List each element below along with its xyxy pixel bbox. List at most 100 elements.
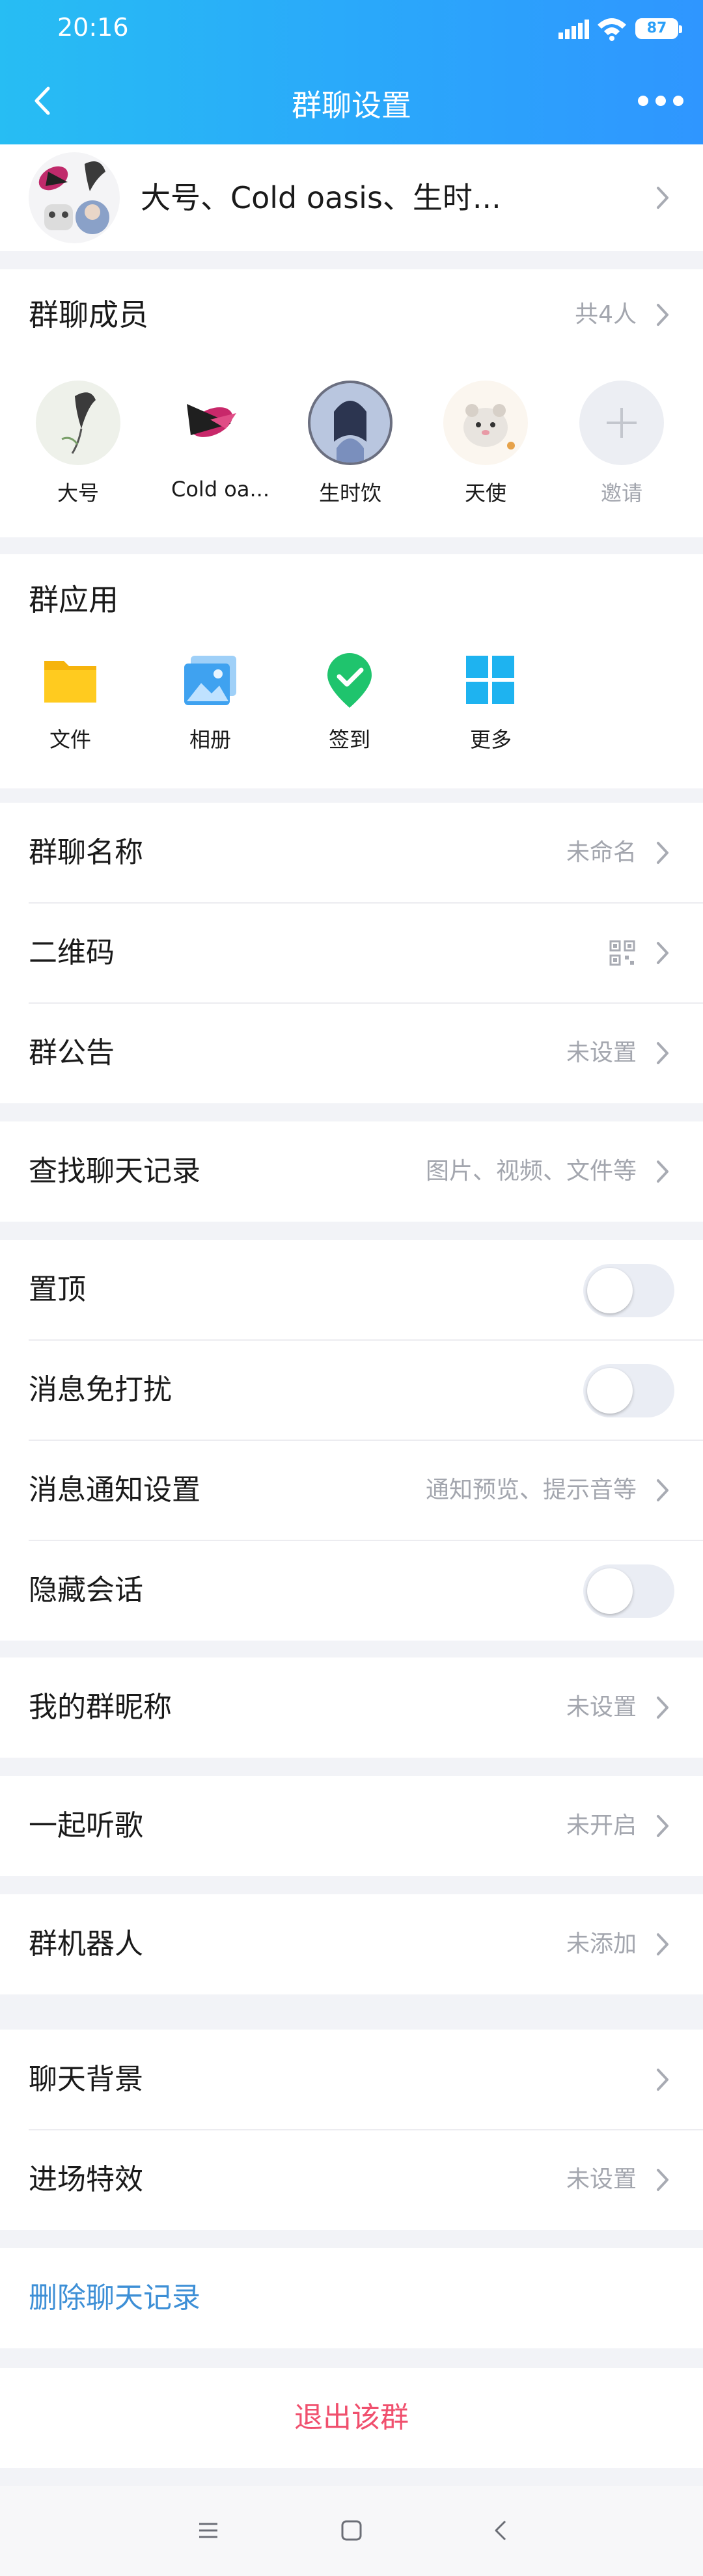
row-label: 置顶 bbox=[29, 1273, 86, 1306]
row-label: 二维码 bbox=[29, 936, 115, 969]
delete-history-button[interactable]: 删除聊天记录 bbox=[0, 2248, 703, 2348]
nav-bar: 群聊设置 bbox=[0, 65, 703, 137]
member-name: 天使 bbox=[464, 481, 506, 505]
member-name: 大号 bbox=[57, 481, 99, 505]
row-label: 聊天背景 bbox=[29, 2063, 143, 2096]
row-label: 群公告 bbox=[29, 1036, 115, 1069]
more-icon[interactable] bbox=[638, 85, 683, 117]
row-label: 进场特效 bbox=[29, 2163, 143, 2196]
signal-icon bbox=[558, 20, 590, 39]
member-item[interactable]: Cold oa... bbox=[171, 381, 269, 502]
member-name: 生时饮 bbox=[318, 481, 381, 505]
avatar bbox=[171, 381, 256, 465]
avatar bbox=[308, 381, 393, 465]
exit-group-label: 退出该群 bbox=[294, 2401, 409, 2434]
app-checkin[interactable]: 签到 bbox=[304, 652, 395, 753]
members-header[interactable]: 群聊成员 共4人 bbox=[0, 269, 703, 360]
app-more[interactable]: 更多 bbox=[445, 652, 536, 753]
battery-icon: 87 bbox=[635, 18, 682, 39]
row-value: 未添加 bbox=[566, 1931, 637, 1957]
system-nav-bar bbox=[0, 2486, 703, 2576]
row-value: 未设置 bbox=[566, 1040, 637, 1066]
appearance-section: 聊天背景 进场特效 未设置 bbox=[0, 2030, 703, 2230]
chevron-right-icon bbox=[657, 2069, 669, 2091]
listen-together-row[interactable]: 一起听歌 未开启 bbox=[0, 1776, 703, 1876]
search-section: 查找聊天记录 图片、视频、文件等 bbox=[0, 1121, 703, 1222]
row-label: 隐藏会话 bbox=[29, 1574, 143, 1607]
row-label: 一起听歌 bbox=[29, 1809, 143, 1842]
robot-section: 群机器人 未添加 bbox=[0, 1894, 703, 1994]
menu-icon[interactable] bbox=[195, 2517, 221, 2543]
nickname-section: 我的群昵称 未设置 bbox=[0, 1657, 703, 1758]
row-label: 消息免打扰 bbox=[29, 1373, 172, 1406]
chevron-right-icon bbox=[657, 304, 669, 326]
avatar bbox=[36, 381, 120, 465]
system-back-icon[interactable] bbox=[488, 2517, 514, 2543]
row-label: 群机器人 bbox=[29, 1927, 143, 1961]
avatar bbox=[443, 381, 528, 465]
row-value: 未设置 bbox=[566, 2166, 637, 2193]
chevron-right-icon bbox=[657, 842, 669, 864]
page-title: 群聊设置 bbox=[292, 88, 411, 123]
group-robot-row[interactable]: 群机器人 未添加 bbox=[0, 1894, 703, 1994]
chevron-right-icon bbox=[657, 1933, 669, 1955]
home-icon[interactable] bbox=[338, 2517, 365, 2543]
members-label: 群聊成员 bbox=[29, 297, 148, 332]
member-item[interactable]: 天使 bbox=[443, 381, 528, 507]
status-bar: 20:16 87 bbox=[0, 0, 703, 60]
member-name: Cold oa... bbox=[171, 477, 269, 502]
hide-row: 隐藏会话 bbox=[0, 1540, 703, 1641]
member-item[interactable]: 大号 bbox=[36, 381, 120, 507]
row-label: 查找聊天记录 bbox=[29, 1155, 200, 1188]
checkin-icon bbox=[327, 653, 372, 708]
invite-label: 邀请 bbox=[600, 481, 642, 505]
chevron-right-icon bbox=[657, 942, 669, 964]
row-value: 图片、视频、文件等 bbox=[425, 1158, 637, 1185]
mute-row: 消息免打扰 bbox=[0, 1340, 703, 1440]
app-album[interactable]: 相册 bbox=[165, 652, 256, 753]
listen-section: 一起听歌 未开启 bbox=[0, 1776, 703, 1876]
more-apps-icon bbox=[466, 656, 514, 704]
group-avatar bbox=[29, 152, 120, 243]
chat-options-section: 置顶 消息免打扰 消息通知设置 通知预览、提示音等 隐藏会话 bbox=[0, 1240, 703, 1641]
invite-button[interactable]: 邀请 bbox=[579, 381, 664, 507]
group-info-row[interactable]: 大号、Cold oasis、生时... bbox=[0, 144, 703, 251]
pin-toggle[interactable] bbox=[583, 1264, 674, 1317]
qr-code-icon bbox=[609, 940, 635, 966]
chevron-right-icon bbox=[657, 1042, 669, 1064]
hide-toggle[interactable] bbox=[583, 1564, 674, 1618]
nickname-row[interactable]: 我的群昵称 未设置 bbox=[0, 1657, 703, 1758]
row-value: 通知预览、提示音等 bbox=[425, 1477, 637, 1503]
status-time: 20:16 bbox=[57, 13, 129, 42]
app-file[interactable]: 文件 bbox=[25, 652, 116, 753]
exit-group-button[interactable]: 退出该群 bbox=[0, 2368, 703, 2468]
group-name: 大号、Cold oasis、生时... bbox=[141, 180, 501, 215]
chevron-right-icon bbox=[657, 1479, 669, 1501]
row-label: 消息通知设置 bbox=[29, 1473, 200, 1507]
delete-history-label: 删除聊天记录 bbox=[29, 2281, 200, 2314]
member-item[interactable]: 生时饮 bbox=[308, 381, 393, 507]
app-label: 更多 bbox=[469, 727, 512, 752]
chevron-right-icon bbox=[657, 2169, 669, 2191]
chat-background-row[interactable]: 聊天背景 bbox=[0, 2030, 703, 2130]
chevron-right-icon bbox=[657, 1815, 669, 1837]
row-label: 群聊名称 bbox=[29, 836, 143, 869]
notify-settings-row[interactable]: 消息通知设置 通知预览、提示音等 bbox=[0, 1440, 703, 1540]
chevron-right-icon bbox=[657, 1697, 669, 1719]
row-value: 未命名 bbox=[566, 839, 637, 866]
app-header: 20:16 87 群聊设置 bbox=[0, 0, 703, 144]
announcement-row[interactable]: 群公告 未设置 bbox=[0, 1003, 703, 1103]
qr-code-row[interactable]: 二维码 bbox=[0, 903, 703, 1003]
members-count: 共4人 bbox=[575, 301, 637, 328]
mute-toggle[interactable] bbox=[583, 1364, 674, 1417]
chevron-right-icon bbox=[657, 187, 669, 209]
chevron-right-icon bbox=[657, 1161, 669, 1183]
app-label: 文件 bbox=[49, 727, 91, 752]
app-label: 签到 bbox=[328, 727, 370, 752]
row-label: 我的群昵称 bbox=[29, 1691, 172, 1724]
search-history-row[interactable]: 查找聊天记录 图片、视频、文件等 bbox=[0, 1121, 703, 1222]
group-name-row[interactable]: 群聊名称 未命名 bbox=[0, 803, 703, 903]
album-icon bbox=[184, 656, 236, 705]
entry-effect-row[interactable]: 进场特效 未设置 bbox=[0, 2130, 703, 2230]
apps-label: 群应用 bbox=[29, 582, 118, 617]
